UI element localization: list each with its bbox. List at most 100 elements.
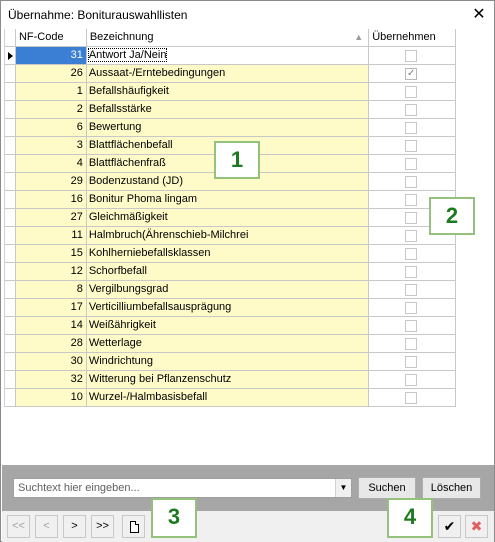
cell-code[interactable]: 28 [15, 335, 87, 353]
row-indicator[interactable] [5, 371, 16, 389]
take-checkbox[interactable] [405, 140, 418, 152]
row-indicator[interactable] [5, 227, 16, 245]
row-indicator[interactable] [5, 137, 16, 155]
take-checkbox[interactable] [405, 302, 418, 314]
take-checkbox[interactable] [405, 50, 418, 62]
chevron-down-icon[interactable]: ▼ [335, 479, 351, 497]
cell-name[interactable]: Kohlherniebefallsklassen [86, 245, 370, 263]
cell-name[interactable]: Antwort Ja/Nein [86, 47, 370, 65]
take-checkbox[interactable] [405, 266, 418, 278]
row-indicator[interactable] [5, 335, 16, 353]
cell-name[interactable]: Vergilbungsgrad [86, 281, 370, 299]
row-indicator[interactable] [5, 155, 16, 173]
cell-code[interactable]: 30 [15, 353, 87, 371]
cell-code[interactable]: 1 [15, 83, 87, 101]
table-row[interactable]: 28 Wetterlage [5, 335, 457, 353]
row-indicator[interactable] [5, 191, 16, 209]
cell-name[interactable]: Gleichmäßigkeit [86, 209, 370, 227]
row-indicator[interactable] [5, 317, 16, 335]
cell-name[interactable]: Weißährigkeit [86, 317, 370, 335]
table-row[interactable]: 16 Bonitur Phoma lingam [5, 191, 457, 209]
cancel-button[interactable]: ✖ [465, 515, 488, 538]
cell-name[interactable]: Halmbruch(Ährenschieb-Milchrei [86, 227, 370, 245]
take-checkbox[interactable] [405, 284, 418, 296]
cell-code[interactable]: 17 [15, 299, 87, 317]
take-checkbox[interactable] [405, 194, 418, 206]
cell-name[interactable]: Schorfbefall [86, 263, 370, 281]
cell-code[interactable]: 10 [15, 389, 87, 407]
table-row[interactable]: 2 Befallsstärke [5, 101, 457, 119]
take-checkbox[interactable] [405, 176, 418, 188]
cell-name[interactable]: Verticilliumbefallsausprägung [86, 299, 370, 317]
cell-name[interactable]: Wetterlage [86, 335, 370, 353]
cell-code[interactable]: 15 [15, 245, 87, 263]
cell-name[interactable]: Wurzel-/Halmbasisbefall [86, 389, 370, 407]
cell-code[interactable]: 32 [15, 371, 87, 389]
row-indicator[interactable] [5, 173, 16, 191]
row-indicator[interactable] [5, 65, 16, 83]
table-row[interactable]: 14 Weißährigkeit [5, 317, 457, 335]
last-record-button[interactable]: >> [91, 515, 114, 538]
table-row[interactable]: 6 Bewertung [5, 119, 457, 137]
take-checkbox[interactable] [405, 374, 418, 386]
column-header-take[interactable]: Übernehmen [369, 29, 456, 47]
clear-button[interactable]: Löschen [422, 477, 481, 499]
take-checkbox[interactable] [405, 338, 418, 350]
first-record-button[interactable]: << [7, 515, 30, 538]
column-header-name[interactable]: Bezeichnung ▲ [86, 29, 370, 47]
row-indicator[interactable] [5, 83, 16, 101]
row-indicator[interactable] [5, 299, 16, 317]
cell-name[interactable]: Aussaat-/Erntebedingungen [86, 65, 370, 83]
take-checkbox[interactable] [405, 320, 418, 332]
row-indicator[interactable] [5, 119, 16, 137]
take-checkbox[interactable] [405, 86, 418, 98]
cell-code[interactable]: 11 [15, 227, 87, 245]
cell-code[interactable]: 26 [15, 65, 87, 83]
cell-code[interactable]: 2 [15, 101, 87, 119]
cell-name[interactable]: Witterung bei Pflanzenschutz [86, 371, 370, 389]
table-row[interactable]: 31 Antwort Ja/Nein [5, 47, 457, 65]
take-checkbox[interactable] [405, 248, 418, 260]
new-record-button[interactable] [122, 515, 145, 538]
previous-record-button[interactable]: < [35, 515, 58, 538]
cell-code[interactable]: 29 [15, 173, 87, 191]
cell-name[interactable]: Befallshäufigkeit [86, 83, 370, 101]
column-header-code[interactable]: NF-Code [15, 29, 87, 47]
search-button[interactable]: Suchen [358, 477, 416, 499]
cell-code[interactable]: 4 [15, 155, 87, 173]
take-checkbox[interactable] [405, 122, 418, 134]
row-indicator[interactable] [5, 101, 16, 119]
close-button[interactable]: ✕ [464, 1, 494, 29]
table-row[interactable]: 17 Verticilliumbefallsausprägung [5, 299, 457, 317]
take-checkbox[interactable] [405, 104, 418, 116]
table-row[interactable]: 1 Befallshäufigkeit [5, 83, 457, 101]
cell-code[interactable]: 14 [15, 317, 87, 335]
next-record-button[interactable]: > [63, 515, 86, 538]
cell-name[interactable]: Bewertung [86, 119, 370, 137]
cell-code[interactable]: 6 [15, 119, 87, 137]
ok-button[interactable]: ✔ [438, 515, 461, 538]
table-row[interactable]: 30 Windrichtung [5, 353, 457, 371]
row-indicator[interactable] [5, 47, 16, 65]
cell-code[interactable]: 27 [15, 209, 87, 227]
cell-code[interactable]: 16 [15, 191, 87, 209]
table-row[interactable]: 10 Wurzel-/Halmbasisbefall [5, 389, 457, 407]
row-indicator[interactable] [5, 353, 16, 371]
cell-name[interactable]: Bonitur Phoma lingam [86, 191, 370, 209]
table-row[interactable]: 8 Vergilbungsgrad [5, 281, 457, 299]
take-checkbox[interactable] [405, 212, 418, 224]
cell-code[interactable]: 3 [15, 137, 87, 155]
table-row[interactable]: 26 Aussaat-/Erntebedingungen ✓ [5, 65, 457, 83]
cell-code[interactable]: 8 [15, 281, 87, 299]
table-row[interactable]: 27 Gleichmäßigkeit [5, 209, 457, 227]
table-row[interactable]: 11 Halmbruch(Ährenschieb-Milchrei [5, 227, 457, 245]
cell-name[interactable]: Befallsstärke [86, 101, 370, 119]
table-row[interactable]: 15 Kohlherniebefallsklassen [5, 245, 457, 263]
cell-name[interactable]: Windrichtung [86, 353, 370, 371]
table-row[interactable]: 32 Witterung bei Pflanzenschutz [5, 371, 457, 389]
search-combobox[interactable]: ▼ [13, 478, 352, 498]
take-checkbox[interactable]: ✓ [405, 68, 418, 80]
row-indicator[interactable] [5, 263, 16, 281]
row-indicator[interactable] [5, 245, 16, 263]
row-indicator[interactable] [5, 209, 16, 227]
